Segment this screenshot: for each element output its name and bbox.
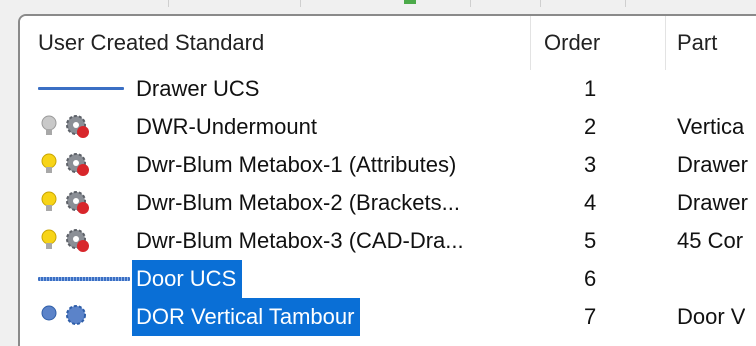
ucs-line-icon bbox=[38, 277, 130, 281]
lightbulb-icon[interactable] bbox=[38, 184, 60, 222]
item-order: 3 bbox=[584, 152, 597, 177]
toolbar-indicator bbox=[404, 0, 416, 4]
gear-icon bbox=[64, 298, 92, 336]
item-name: Door UCS bbox=[132, 260, 243, 298]
item-name: DWR-Undermount bbox=[136, 114, 317, 139]
item-name: Dwr-Blum Metabox-2 (Brackets... bbox=[136, 190, 460, 215]
ucs-standards-list[interactable]: User Created Standard Order Part Drawer … bbox=[18, 14, 756, 346]
item-order: 7 bbox=[584, 304, 597, 329]
ucs-line-icon bbox=[38, 87, 124, 90]
column-header-order[interactable]: Order bbox=[544, 16, 600, 70]
item-name: DOR Vertical Tambour bbox=[132, 298, 361, 336]
list-item[interactable]: DWR-Undermount 2 Vertica bbox=[20, 108, 756, 146]
item-part: Door V bbox=[677, 304, 746, 329]
toolbar-divider bbox=[540, 0, 541, 7]
list-item[interactable]: Dwr-Blum Metabox-3 (CAD-Dra... 5 45 Cor bbox=[20, 222, 756, 260]
list-item[interactable]: DOR Vertical Tambour 7 Door V bbox=[20, 298, 756, 336]
list-item[interactable]: Drawer UCS 1 bbox=[20, 70, 756, 108]
gear-icon bbox=[64, 184, 92, 222]
list-item[interactable]: Dwr-Blum Metabox-2 (Brackets... 4 Drawer bbox=[20, 184, 756, 222]
list-item[interactable]: Door UCS 6 bbox=[20, 260, 756, 298]
lightbulb-icon[interactable] bbox=[38, 108, 60, 146]
lightbulb-icon[interactable] bbox=[38, 298, 60, 336]
item-order: 6 bbox=[584, 266, 597, 291]
item-order: 1 bbox=[584, 76, 597, 101]
item-order: 2 bbox=[584, 114, 597, 139]
column-divider[interactable] bbox=[665, 16, 666, 70]
item-order: 4 bbox=[584, 190, 597, 215]
top-toolbar-edge bbox=[0, 0, 756, 10]
item-name: Dwr-Blum Metabox-3 (CAD-Dra... bbox=[136, 228, 464, 253]
gear-icon bbox=[64, 222, 92, 260]
item-name: Drawer UCS bbox=[136, 76, 260, 101]
toolbar-divider bbox=[470, 0, 471, 7]
gear-icon bbox=[64, 146, 92, 184]
toolbar-divider bbox=[168, 0, 169, 7]
item-part: Drawer bbox=[677, 152, 748, 177]
column-divider[interactable] bbox=[530, 16, 531, 70]
item-part: Drawer bbox=[677, 190, 748, 215]
list-item[interactable]: Dwr-Blum Metabox-1 (Attributes) 3 Drawer bbox=[20, 146, 756, 184]
item-part: 45 Cor bbox=[677, 228, 744, 253]
lightbulb-icon[interactable] bbox=[38, 146, 60, 184]
lightbulb-icon[interactable] bbox=[38, 222, 60, 260]
column-header-name[interactable]: User Created Standard bbox=[38, 16, 264, 70]
column-header-part[interactable]: Part bbox=[677, 16, 717, 70]
item-name: Dwr-Blum Metabox-1 (Attributes) bbox=[136, 152, 457, 177]
gear-icon bbox=[64, 108, 92, 146]
item-order: 5 bbox=[584, 228, 597, 253]
item-part: Vertica bbox=[677, 114, 745, 139]
toolbar-divider bbox=[300, 0, 301, 7]
toolbar-divider bbox=[625, 0, 626, 7]
list-header: User Created Standard Order Part bbox=[20, 16, 756, 70]
